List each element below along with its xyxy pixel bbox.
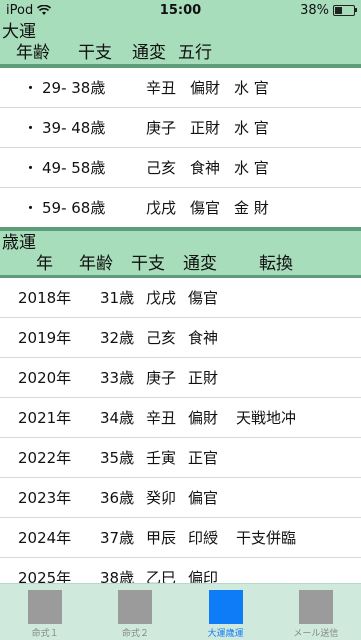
tsuhen: 食神 — [188, 329, 219, 347]
tsuhen: 正財 — [188, 369, 219, 387]
age: 34歳 — [100, 409, 135, 427]
year: 2019年 — [18, 329, 72, 347]
year: 2018年 — [18, 289, 72, 307]
status-time: 15:00 — [159, 2, 202, 18]
list-item[interactable]: 2023年 36歳 癸卯 偏官 — [0, 478, 361, 518]
tenkan: 干支併臨 — [236, 529, 297, 547]
year: 2024年 — [18, 529, 72, 547]
kanshi: 己亥 — [146, 159, 177, 177]
list-item[interactable]: ・ 59- 68歳 戊戌 傷官 金 財 — [0, 188, 361, 227]
list-item[interactable]: 2024年 37歳 甲辰 印綬 干支併臨 — [0, 518, 361, 558]
bullet: ・ — [22, 159, 38, 177]
year: 2020年 — [18, 369, 72, 387]
age: 36歳 — [100, 489, 135, 507]
tsuhen: 偏官 — [188, 489, 219, 507]
tab-icon — [28, 590, 63, 624]
list-item[interactable]: 2022年 35歳 壬寅 正官 — [0, 438, 361, 478]
year: 2023年 — [18, 489, 72, 507]
age: 31歳 — [100, 289, 135, 307]
tab-icon — [208, 590, 243, 624]
saiun-header: 歳運 年 年齢 干支 通変 転換 — [0, 231, 361, 275]
tsuhen: 正財 — [190, 119, 221, 137]
status-bar: iPod 15:00 38% — [0, 0, 361, 20]
tab-meishiki-1[interactable]: 命式１ — [0, 584, 90, 640]
tab-label: 命式１ — [31, 629, 59, 639]
battery-icon — [333, 4, 357, 16]
tab-icon — [298, 590, 333, 624]
col-tenkan: 転換 — [259, 254, 293, 274]
kanshi: 己亥 — [146, 329, 177, 347]
kanshi: 庚子 — [146, 369, 177, 387]
gogyo: 金 財 — [234, 199, 269, 217]
list-item[interactable]: 2019年 32歳 己亥 食神 — [0, 318, 361, 358]
list-item[interactable]: ・ 29- 38歳 辛丑 偏財 水 官 — [0, 68, 361, 108]
col-kanshi: 干支 — [78, 43, 112, 63]
kanshi: 壬寅 — [146, 449, 177, 467]
col-year: 年 — [36, 254, 53, 274]
age: 35歳 — [100, 449, 135, 467]
gogyo: 水 官 — [234, 159, 269, 177]
tab-bar: 命式１ 命式２ 大運歳運 メール送信 — [0, 583, 361, 640]
daiun-title: 大運 — [2, 22, 36, 42]
age-range: 29- 38歳 — [42, 79, 106, 97]
gogyo: 水 官 — [234, 119, 269, 137]
age: 32歳 — [100, 329, 135, 347]
list-item[interactable]: 2021年 34歳 辛丑 偏財 天戦地冲 — [0, 398, 361, 438]
age-range: 59- 68歳 — [42, 199, 106, 217]
tsuhen: 偏財 — [188, 409, 219, 427]
kanshi: 庚子 — [146, 119, 177, 137]
saiun-list: 2018年 31歳 戊戌 傷官 2019年 32歳 己亥 食神 2020年 33… — [0, 278, 361, 598]
col-gogyo: 五行 — [178, 43, 212, 63]
list-item[interactable]: ・ 39- 48歳 庚子 正財 水 官 — [0, 108, 361, 148]
tsuhen: 印綬 — [188, 529, 219, 547]
age: 37歳 — [100, 529, 135, 547]
kanshi: 癸卯 — [146, 489, 177, 507]
list-item[interactable]: 2020年 33歳 庚子 正財 — [0, 358, 361, 398]
saiun-title: 歳運 — [2, 233, 36, 253]
tab-meishiki-2[interactable]: 命式２ — [90, 584, 180, 640]
daiun-column-headers: 年齢 干支 通変 五行 — [0, 42, 361, 64]
col-age: 年齢 — [16, 43, 50, 63]
tenkan: 天戦地冲 — [236, 409, 297, 427]
tab-mail-send[interactable]: メール送信 — [271, 584, 361, 640]
daiun-header: 大運 年齢 干支 通変 五行 — [0, 20, 361, 64]
tab-label: 大運歳運 — [207, 629, 244, 639]
col-kanshi: 干支 — [131, 254, 165, 274]
saiun-column-headers: 年 年齢 干支 通変 転換 — [0, 253, 361, 275]
col-tsuhen: 通変 — [132, 43, 166, 63]
tsuhen: 偏財 — [190, 79, 221, 97]
kanshi: 甲辰 — [146, 529, 177, 547]
tab-daiun-saiun[interactable]: 大運歳運 — [181, 584, 271, 640]
year: 2022年 — [18, 449, 72, 467]
tsuhen: 正官 — [188, 449, 219, 467]
kanshi: 辛丑 — [146, 79, 177, 97]
tsuhen: 食神 — [190, 159, 221, 177]
age-range: 39- 48歳 — [42, 119, 106, 137]
bullet: ・ — [22, 79, 38, 97]
tab-label: 命式２ — [121, 629, 149, 639]
tab-label: メール送信 — [293, 629, 339, 639]
age: 33歳 — [100, 369, 135, 387]
tsuhen: 傷官 — [188, 289, 219, 307]
bullet: ・ — [22, 119, 38, 137]
bullet: ・ — [22, 199, 38, 217]
year: 2021年 — [18, 409, 72, 427]
list-item[interactable]: ・ 49- 58歳 己亥 食神 水 官 — [0, 148, 361, 188]
list-item[interactable]: 2018年 31歳 戊戌 傷官 — [0, 278, 361, 318]
kanshi: 辛丑 — [146, 409, 177, 427]
kanshi: 戊戌 — [146, 289, 177, 307]
tab-icon — [118, 590, 153, 624]
tsuhen: 傷官 — [190, 199, 221, 217]
gogyo: 水 官 — [234, 79, 269, 97]
kanshi: 戊戌 — [146, 199, 177, 217]
daiun-list: ・ 29- 38歳 辛丑 偏財 水 官 ・ 39- 48歳 庚子 正財 水 官 … — [0, 68, 361, 227]
age-range: 49- 58歳 — [42, 159, 106, 177]
col-tsuhen: 通変 — [183, 254, 217, 274]
col-age: 年齢 — [79, 254, 113, 274]
